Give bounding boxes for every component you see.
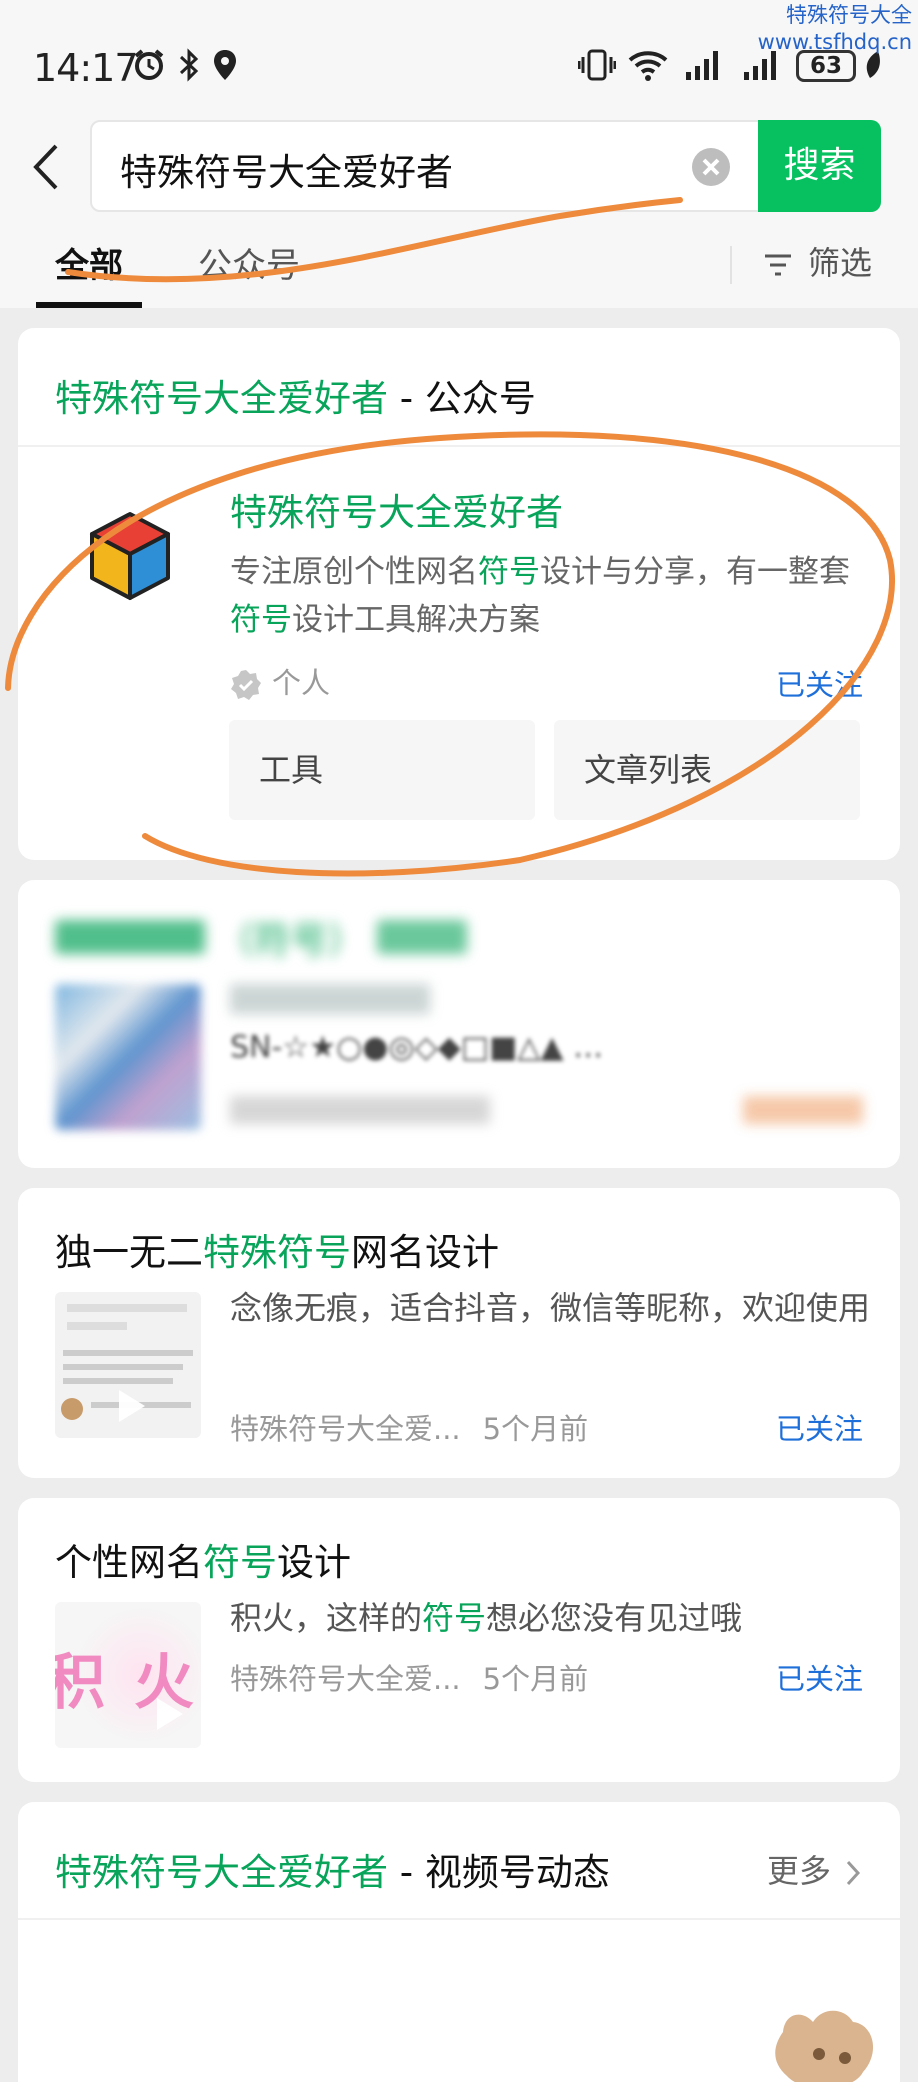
- article-2-thumbnail[interactable]: 积 火: [55, 1602, 201, 1748]
- article-1-description: 念像无痕，适合抖音，微信等昵称，欢迎使用: [230, 1289, 871, 1327]
- article-1-title-text-2: 网名设计: [351, 1231, 499, 1274]
- channels-card-header: 特殊符号大全爱好者 - 视频号动态: [55, 1842, 610, 1896]
- search-query-text: 特殊符号大全爱好者: [120, 151, 453, 194]
- watermark-title: 特殊符号大全: [786, 3, 912, 27]
- article-2-description: 积火，这样的符号想必您没有见过哦: [230, 1594, 880, 1642]
- chevron-right-icon: [846, 1860, 861, 1886]
- article-2-title[interactable]: 个性网名符号设计: [55, 1532, 351, 1586]
- alarm-icon: [134, 49, 164, 80]
- article-2-desc-keyword: 符号: [422, 1599, 487, 1637]
- more-label: 更多: [766, 1852, 831, 1890]
- account-desc-keyword-2: 符号: [230, 602, 292, 638]
- search-button[interactable]: 搜索: [758, 120, 881, 212]
- article-1-title[interactable]: 独一无二特殊符号网名设计: [55, 1222, 499, 1276]
- tools-button[interactable]: 工具: [229, 720, 535, 820]
- article-2-time: 5个月前: [482, 1662, 589, 1696]
- article-2-source: 特殊符号大全爱...: [230, 1662, 461, 1696]
- article-2-title-text-1: 个性网名: [55, 1541, 203, 1584]
- article-2-title-text-2: 设计: [277, 1541, 351, 1584]
- tab-all[interactable]: 全部: [55, 238, 123, 287]
- signal-1-icon: [686, 51, 718, 80]
- account-name-link[interactable]: 特殊符号大全爱好者: [230, 482, 563, 536]
- tab-official-accounts[interactable]: 公众号: [198, 238, 300, 287]
- account-card-header: 特殊符号大全爱好者 - 公众号: [55, 368, 536, 422]
- blurred-title: （符号）: [55, 910, 467, 964]
- wifi-icon: [628, 51, 668, 81]
- article-2-desc-text-1: 积火，这样的: [230, 1599, 423, 1637]
- article-list-button[interactable]: 文章列表: [554, 720, 860, 820]
- bluetooth-icon: [179, 48, 199, 82]
- more-link[interactable]: 更多: [767, 1846, 863, 1892]
- account-type: 个人: [230, 660, 330, 702]
- site-watermark: 特殊符号大全 www.tsfhdq.cn: [758, 2, 912, 56]
- vibrate-icon: [578, 49, 616, 81]
- account-desc-text-3: 设计工具解决方案: [292, 602, 540, 638]
- blurred-result-card[interactable]: （符号） SN-☆★○●◎◇◆□■△▲ …: [18, 880, 900, 1168]
- account-description: 专注原创个性网名符号设计与分享，有一整套符号设计工具解决方案: [230, 548, 870, 644]
- tab-active-indicator: [36, 302, 142, 308]
- account-card: 特殊符号大全爱好者 - 公众号 特殊符号大全爱好者 专注原创个性网名符号设计与分…: [18, 328, 900, 860]
- watermark-url: www.tsfhdq.cn: [757, 30, 912, 54]
- account-type-label: 个人: [272, 666, 331, 700]
- back-icon[interactable]: [28, 142, 64, 192]
- article-2-meta: 特殊符号大全爱... 5个月前: [230, 1656, 588, 1698]
- article-2-follow-status[interactable]: 已关注: [776, 1656, 863, 1698]
- account-desc-text-1: 专注原创个性网名: [230, 554, 478, 590]
- article-1-time: 5个月前: [482, 1412, 589, 1446]
- article-1-source: 特殊符号大全爱...: [230, 1412, 461, 1446]
- play-icon: [157, 1698, 183, 1730]
- account-desc-keyword-1: 符号: [478, 554, 540, 590]
- blurred-thumbnail: [55, 984, 201, 1130]
- location-icon: [214, 50, 236, 80]
- filter-button[interactable]: 筛选: [764, 238, 872, 284]
- blurred-follow: [743, 1096, 863, 1124]
- account-desc-text-2: 设计与分享，有一整套: [540, 554, 850, 590]
- status-time: 14:17: [33, 46, 139, 90]
- play-icon: [119, 1390, 145, 1422]
- article-card-1[interactable]: 独一无二特殊符号网名设计 念像无痕，适合抖音，微信等昵称，欢迎使用 特殊符号大全…: [18, 1188, 900, 1478]
- article-1-thumbnail[interactable]: [55, 1292, 201, 1438]
- follow-status[interactable]: 已关注: [776, 662, 863, 704]
- blurred-meta: [230, 1096, 490, 1124]
- account-card-header-suffix: - 公众号: [388, 377, 536, 420]
- channels-card-header-suffix: - 视频号动态: [388, 1851, 610, 1894]
- filter-divider: [730, 246, 732, 284]
- verified-badge-icon: [231, 670, 261, 700]
- video-thumbnail-bear[interactable]: [763, 2002, 883, 2082]
- article-2-title-keyword: 符号: [203, 1541, 277, 1584]
- blurred-snippet: SN-☆★○●◎◇◆□■△▲ …: [230, 1030, 604, 1065]
- article-card-2[interactable]: 个性网名符号设计 积 火 积火，这样的符号想必您没有见过哦 特殊符号大全爱...…: [18, 1498, 900, 1782]
- account-avatar-cube-icon[interactable]: [88, 510, 172, 602]
- filter-icon: [765, 254, 791, 276]
- channels-card: 特殊符号大全爱好者 - 视频号动态 更多: [18, 1802, 900, 2082]
- article-1-follow-status[interactable]: 已关注: [776, 1406, 863, 1448]
- clear-icon[interactable]: [692, 148, 730, 186]
- article-1-meta: 特殊符号大全爱... 5个月前: [230, 1406, 588, 1448]
- filter-label: 筛选: [808, 244, 873, 282]
- search-input[interactable]: 特殊符号大全爱好者: [90, 120, 760, 212]
- article-1-title-keyword: 特殊符号: [203, 1231, 351, 1274]
- channels-card-header-name: 特殊符号大全爱好者: [55, 1851, 388, 1894]
- card-divider: [18, 1918, 900, 1920]
- article-1-title-text-1: 独一无二: [55, 1231, 203, 1274]
- article-2-desc-text-2: 想必您没有见过哦: [486, 1599, 743, 1637]
- card-divider: [18, 445, 900, 447]
- blurred-subtitle: [230, 984, 430, 1014]
- blurred-title-mid: （符号）: [216, 919, 365, 962]
- account-card-header-name: 特殊符号大全爱好者: [55, 377, 388, 420]
